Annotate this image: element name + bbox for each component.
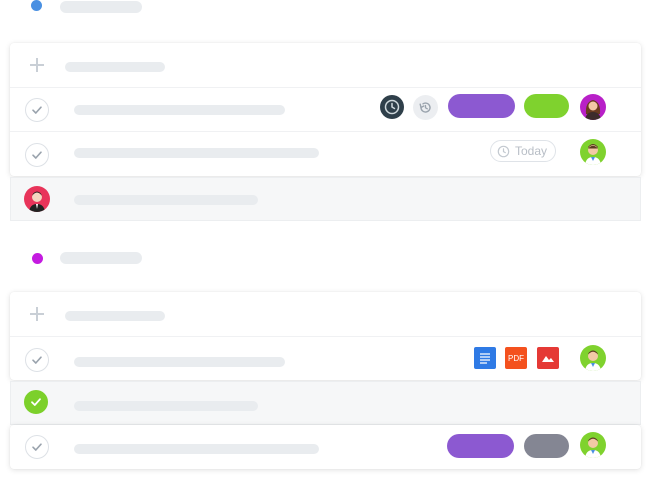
group-title-placeholder <box>60 252 142 264</box>
assignee-avatar[interactable] <box>580 432 606 458</box>
add-task-placeholder[interactable] <box>65 311 165 321</box>
tag-pill-purple[interactable] <box>447 434 514 458</box>
task-checkbox[interactable] <box>25 435 49 459</box>
group-color-dot <box>31 0 42 11</box>
add-task-plus-icon[interactable] <box>30 307 44 321</box>
task-title-placeholder <box>74 105 285 115</box>
check-icon <box>32 356 42 364</box>
task-title-placeholder <box>74 195 258 205</box>
task-checkbox[interactable] <box>25 98 49 122</box>
check-icon <box>31 398 41 406</box>
assignee-avatar[interactable] <box>580 139 606 165</box>
task-title-placeholder <box>74 148 319 158</box>
task-checkbox[interactable] <box>25 143 49 167</box>
recurring-icon[interactable] <box>413 95 438 120</box>
tag-pill-green[interactable] <box>524 94 569 118</box>
group-title-placeholder <box>60 1 142 13</box>
assignee-avatar[interactable] <box>24 186 50 212</box>
tag-pill-gray[interactable] <box>524 434 569 458</box>
due-date-label: Today <box>515 144 548 158</box>
task-title-placeholder <box>74 401 258 411</box>
assignee-avatar[interactable] <box>580 345 606 371</box>
clock-icon <box>497 145 510 157</box>
add-task-plus-icon[interactable] <box>30 58 44 72</box>
task-checkbox[interactable] <box>25 348 49 372</box>
group-color-dot <box>32 253 43 264</box>
add-task-placeholder[interactable] <box>65 62 165 72</box>
image-file-icon[interactable] <box>537 347 559 369</box>
task-checkbox-completed[interactable] <box>24 390 48 414</box>
assignee-avatar[interactable] <box>580 94 606 120</box>
check-icon <box>32 443 42 451</box>
tag-pill-purple[interactable] <box>448 94 515 118</box>
pdf-file-icon[interactable]: PDF <box>505 347 527 369</box>
check-icon <box>32 106 42 114</box>
clock-icon[interactable] <box>380 95 404 119</box>
document-file-icon[interactable] <box>474 347 496 369</box>
due-date-chip[interactable]: Today <box>490 140 557 162</box>
task-title-placeholder <box>74 357 285 367</box>
task-title-placeholder <box>74 444 319 454</box>
check-icon <box>32 151 42 159</box>
